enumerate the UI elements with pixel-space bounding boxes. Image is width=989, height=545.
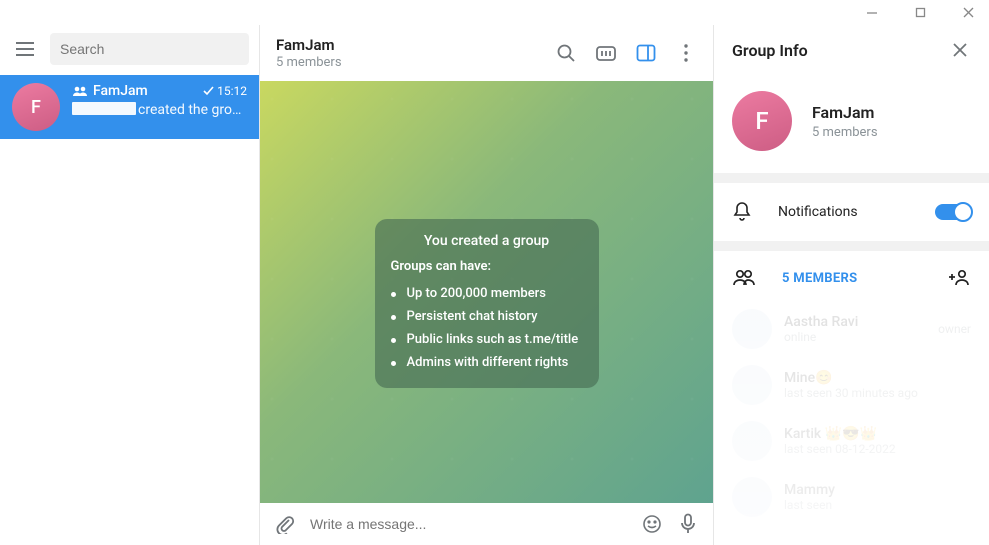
info-bullet: Up to 200,000 members — [391, 282, 583, 305]
notifications-row[interactable]: Notifications — [714, 183, 989, 241]
search-input[interactable] — [60, 41, 239, 57]
member-avatar — [732, 477, 772, 517]
member-item[interactable]: Mine😊 last seen 30 minutes ago — [724, 357, 979, 413]
sidepanel-toggle-icon[interactable] — [635, 42, 657, 64]
attach-icon[interactable] — [274, 513, 296, 535]
chat-list-item[interactable]: F FamJam 15:12 created the grou… — [0, 75, 259, 139]
notifications-toggle[interactable] — [935, 204, 971, 220]
videochat-icon[interactable] — [595, 42, 617, 64]
chat-avatar: F — [12, 83, 60, 131]
group-subtitle: 5 members — [812, 125, 878, 140]
member-status: last seen 08-12-2022 — [784, 442, 971, 456]
close-icon[interactable] — [949, 39, 971, 61]
menu-button[interactable] — [10, 34, 40, 64]
member-avatar — [732, 309, 772, 349]
info-card-subtitle: Groups can have: — [391, 259, 583, 274]
members-count-label: 5 MEMBERS — [782, 271, 923, 286]
info-panel: Group Info F FamJam 5 members Notificati… — [714, 25, 989, 545]
info-bullet: Persistent chat history — [391, 305, 583, 328]
member-item[interactable]: Aastha Ravi online owner — [724, 301, 979, 357]
chat-time: 15:12 — [203, 84, 247, 98]
member-name: Aastha Ravi — [784, 314, 926, 330]
window-min-button[interactable] — [857, 0, 887, 25]
chat-preview: created the grou… — [72, 102, 247, 118]
search-input-container[interactable] — [50, 33, 249, 65]
info-bullet: Public links such as t.me/title — [391, 328, 583, 351]
group-profile: F FamJam 5 members — [714, 75, 989, 173]
chat-title: FamJam — [276, 36, 555, 54]
check-icon — [203, 86, 215, 96]
member-avatar — [732, 365, 772, 405]
compose-bar — [260, 503, 713, 545]
member-status: last seen 30 minutes ago — [784, 386, 971, 400]
section-separator — [714, 173, 989, 183]
member-avatar — [732, 421, 772, 461]
chat-header: FamJam 5 members — [260, 25, 713, 81]
more-icon[interactable] — [675, 42, 697, 64]
notifications-label: Notifications — [778, 204, 909, 220]
voice-icon[interactable] — [677, 513, 699, 535]
messages-area: You created a group Groups can have: Up … — [260, 81, 713, 503]
chat-subtitle: 5 members — [276, 55, 555, 70]
member-item[interactable]: Mammy last seen — [724, 469, 979, 525]
member-item[interactable]: Kartik 👑😎👑 last seen 08-12-2022 — [724, 413, 979, 469]
member-name: Mine😊 — [784, 370, 971, 386]
bell-icon — [732, 201, 752, 223]
message-input[interactable] — [310, 516, 627, 532]
member-name: Mammy — [784, 482, 971, 498]
group-name: FamJam — [812, 103, 878, 122]
chat-name: FamJam — [93, 83, 198, 99]
member-status: online — [784, 330, 926, 344]
search-icon[interactable] — [555, 42, 577, 64]
member-list: Aastha Ravi online owner Mine😊 last seen… — [714, 301, 989, 545]
section-separator — [714, 241, 989, 251]
info-card-title: You created a group — [391, 233, 583, 249]
window-titlebar — [0, 0, 989, 25]
info-bullet: Admins with different rights — [391, 351, 583, 374]
info-panel-title: Group Info — [732, 41, 949, 60]
group-icon — [72, 85, 88, 97]
group-avatar: F — [732, 91, 792, 151]
sidebar: F FamJam 15:12 created the grou… — [0, 25, 260, 545]
window-close-button[interactable] — [953, 0, 983, 25]
group-created-card: You created a group Groups can have: Up … — [375, 219, 599, 388]
emoji-icon[interactable] — [641, 513, 663, 535]
member-status: last seen — [784, 498, 971, 512]
add-member-icon[interactable] — [949, 267, 971, 289]
member-role: owner — [938, 322, 971, 336]
members-icon — [732, 269, 756, 287]
member-name: Kartik 👑😎👑 — [784, 426, 971, 442]
window-max-button[interactable] — [905, 0, 935, 25]
chat-panel: FamJam 5 members You created a group Gro… — [260, 25, 714, 545]
